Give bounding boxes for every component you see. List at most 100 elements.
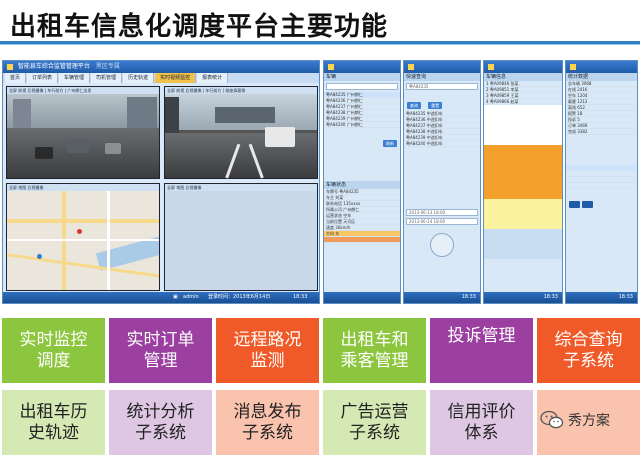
plate-input[interactable]: 粤A84235 — [406, 83, 478, 90]
vehicle-list-screenshot: 车辆 粤A84235 广州朗仁 粤A84236 广州朗仁 粤A84237 广州朗… — [323, 60, 401, 304]
status-login: 登录时间：2013年6月14日 — [208, 294, 271, 300]
table-blank — [484, 105, 562, 145]
app-title: 智能县车综合监管管理平台 — [17, 63, 90, 70]
action-button[interactable] — [582, 201, 594, 208]
panel-head: 车辆 — [324, 73, 400, 81]
feature-tile-taxi-passenger[interactable]: 出租车和 乘客管理 — [323, 318, 426, 383]
watermark: 秀方案 — [540, 410, 610, 430]
feature-label: 信用评价 — [447, 401, 516, 422]
status-bar: 18:33 — [404, 292, 480, 303]
feature-label: 统计分析 — [126, 401, 195, 422]
detail-head: 车辆状态 — [324, 181, 400, 189]
feature-tile-road-monitoring[interactable]: 远程路况 监测 — [216, 318, 319, 383]
video-feed-passenger[interactable]: 全屏 前视 后视摄像 | 车行前方 | 前座乘客侧 — [164, 86, 318, 179]
status-block-orange — [484, 145, 562, 199]
feature-tile-complaints[interactable]: 投诉管理 — [430, 318, 533, 383]
tab-drivers[interactable]: 司机管理 — [91, 73, 123, 83]
feature-label: 史轨迹 — [28, 422, 79, 443]
status-bar: ▣ admin 登录时间：2013年6月14日 18:33 — [3, 292, 319, 303]
tab-history[interactable]: 历史轨迹 — [123, 73, 155, 83]
panel-head: 车辆信息 — [484, 73, 562, 81]
map-road — [62, 191, 66, 290]
feature-label: 实时监控 — [19, 329, 88, 350]
status-bar: 18:33 — [566, 292, 637, 303]
end-time-field[interactable]: 2013-06-14 18:00 — [406, 218, 478, 225]
video-toolbar: 全屏 前视 后视摄像 | 车行前方 | 广州朗仁出发 — [7, 87, 159, 94]
tab-home[interactable]: 首页 — [5, 73, 27, 83]
app-title-bar: 智能县车综合监管管理平台 黑区专属 — [3, 61, 319, 73]
status-bar: 18:33 — [484, 292, 562, 303]
status-time: 18:33 — [461, 294, 476, 300]
feature-label: 实时订单 — [126, 329, 195, 350]
map-view[interactable]: 全屏 地图 后视摄像 — [6, 183, 160, 291]
panel-title-bar — [484, 61, 562, 73]
feature-label: 综合查询 — [554, 329, 623, 350]
feature-label: 消息发布 — [233, 401, 302, 422]
refresh-button[interactable]: 刷新 — [383, 140, 397, 147]
app-logo-icon — [7, 63, 13, 70]
panel-icon — [328, 63, 334, 70]
feature-tile-query-system[interactable]: 综合查询 子系统 — [537, 318, 640, 383]
panel-icon — [408, 63, 414, 70]
status-block-blue — [484, 229, 562, 259]
feature-tile-realtime-dispatch[interactable]: 实时监控 调度 — [2, 318, 105, 383]
alert-row — [324, 237, 400, 243]
app-subtitle: 黑区专属 — [95, 63, 120, 70]
title-bar: 出租车信息化调度平台主要功能 — [0, 0, 640, 45]
feature-label: 子系统 — [563, 350, 614, 371]
panel-title-bar — [324, 61, 400, 73]
video-vehicle — [35, 147, 53, 159]
panel-icon — [488, 63, 494, 70]
feature-label: 出租车和 — [340, 329, 409, 350]
query-button[interactable]: 查询 — [407, 102, 421, 109]
feature-tile-credit-rating[interactable]: 信用评价 体系 — [430, 390, 533, 455]
feature-label: 子系统 — [349, 422, 400, 443]
video-vehicle — [265, 127, 295, 147]
wechat-icon — [540, 410, 564, 429]
vehicle-pin-icon[interactable] — [77, 229, 82, 234]
feature-label: 广告运营 — [340, 401, 409, 422]
tab-vehicles[interactable]: 车辆管理 — [59, 73, 91, 83]
page-title: 出租车信息化调度平台主要功能 — [10, 12, 389, 42]
start-time-field[interactable]: 2013-06-13 18:00 — [406, 209, 478, 216]
nav-tabs: 首页 订单列表 车辆管理 司机管理 历史轨迹 实时视频监控 报表统计 — [3, 73, 319, 83]
tab-orders[interactable]: 订单列表 — [27, 73, 59, 83]
video-toolbar: 全屏 地图 后视摄像 — [165, 184, 317, 191]
feature-tile-advertising[interactable]: 广告运营 子系统 — [323, 390, 426, 455]
video-feed-front[interactable]: 全屏 前视 后视摄像 | 车行前方 | 广州朗仁出发 — [6, 86, 160, 179]
statistics-screenshot: 统计数据 总车辆 3068 在线 2416 空车 1204 载客 1212 离线… — [565, 60, 638, 304]
playback-control-icon[interactable] — [430, 233, 454, 257]
panel-icon — [570, 63, 576, 70]
feature-label: 投诉管理 — [447, 326, 516, 346]
status-time: 18:33 — [543, 294, 558, 300]
status-time: 18:33 — [618, 294, 633, 300]
panel-title-bar — [404, 61, 480, 73]
action-button[interactable] — [569, 201, 581, 208]
video-toolbar: 全屏 前视 后视摄像 | 车行前方 | 前座乘客侧 — [165, 87, 317, 94]
panel-head: 快速查询 — [404, 73, 480, 81]
feature-tile-history-track[interactable]: 出租车历 史轨迹 — [2, 390, 105, 455]
tab-reports[interactable]: 报表统计 — [197, 73, 229, 83]
video-feed-empty[interactable]: 全屏 地图 后视摄像 — [164, 183, 318, 291]
feature-label: 监测 — [250, 350, 285, 371]
watermark-text: 秀方案 — [568, 413, 610, 429]
panel-head: 统计数据 — [566, 73, 637, 81]
feature-tile-messaging[interactable]: 消息发布 子系统 — [216, 390, 319, 455]
query-screenshot: 快速查询 粤A84235 查询 重置 粤A84235 中途扣车 粤A84236 … — [403, 60, 481, 304]
feature-label: 子系统 — [135, 422, 186, 443]
video-vehicle — [105, 143, 121, 154]
tab-video[interactable]: 实时视频监控 — [155, 73, 197, 83]
feature-tile-statistics[interactable]: 统计分析 子系统 — [109, 390, 212, 455]
feature-tile-order-management[interactable]: 实时订单 管理 — [109, 318, 212, 383]
panel-title-bar — [566, 61, 637, 73]
feature-label: 出租车历 — [19, 401, 88, 422]
video-vehicle — [67, 139, 89, 153]
map-toolbar: 全屏 地图 后视摄像 — [7, 184, 159, 191]
search-input[interactable] — [326, 83, 398, 90]
reset-button[interactable]: 重置 — [428, 102, 443, 109]
status-bar — [324, 292, 400, 303]
vehicle-pin-icon[interactable] — [37, 254, 42, 259]
status-user: admin — [183, 294, 199, 300]
map-road — [7, 219, 159, 223]
map-road — [107, 191, 110, 290]
